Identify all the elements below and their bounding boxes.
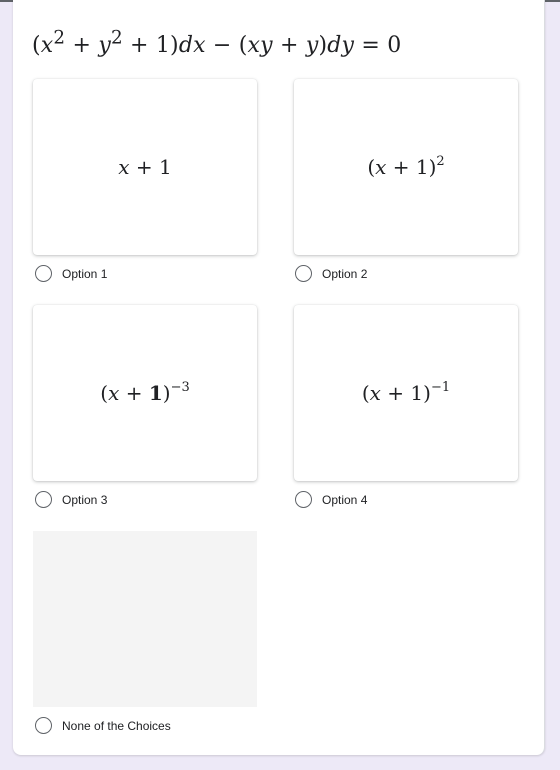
option-2-math: (x + 1)2: [367, 154, 445, 179]
option-1-math: x + 1: [118, 155, 172, 179]
option-4-label: Option 4: [322, 492, 368, 507]
radio-option-none[interactable]: [35, 717, 52, 734]
radio-option-2[interactable]: [295, 265, 312, 282]
option-none-label: None of the Choices: [62, 718, 171, 733]
option-5-image-placeholder: [33, 531, 257, 707]
option-2-label: Option 2: [322, 266, 368, 281]
option-1-image[interactable]: x + 1: [33, 79, 257, 255]
option-3-image[interactable]: (x + 1)−3: [33, 305, 257, 481]
option-none[interactable]: None of the Choices: [35, 717, 171, 734]
option-1[interactable]: Option 1: [35, 265, 107, 282]
radio-option-1[interactable]: [35, 265, 52, 282]
option-3-label: Option 3: [62, 492, 108, 507]
radio-option-3[interactable]: [35, 491, 52, 508]
option-4[interactable]: Option 4: [295, 491, 367, 508]
option-1-label: Option 1: [62, 266, 108, 281]
option-4-math: (x + 1)−1: [361, 380, 451, 405]
option-3-math: (x + 1)−3: [100, 380, 190, 405]
question-equation: (x2 + y2 + 1)dx − (xy + y)dy = 0: [32, 28, 402, 59]
option-2[interactable]: Option 2: [295, 265, 367, 282]
option-3[interactable]: Option 3: [35, 491, 107, 508]
option-4-image[interactable]: (x + 1)−1: [294, 305, 518, 481]
option-2-image[interactable]: (x + 1)2: [294, 79, 518, 255]
radio-option-4[interactable]: [295, 491, 312, 508]
